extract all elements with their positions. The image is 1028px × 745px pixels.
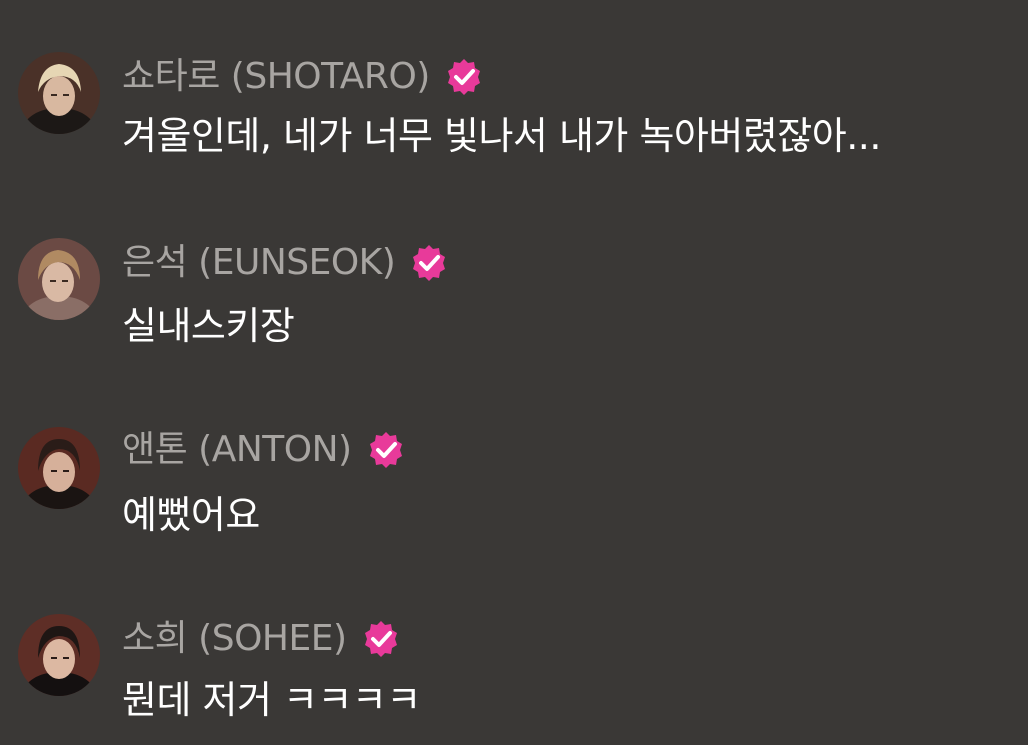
- author-row: 쇼타로 (SHOTARO): [122, 52, 484, 102]
- avatar[interactable]: [18, 427, 100, 509]
- avatar-image: [18, 52, 100, 134]
- message-text: 겨울인데, 네가 너무 빛나서 내가 녹아버렸잖아...: [122, 114, 881, 158]
- message-text: 실내스키장: [122, 304, 295, 348]
- chat-message: 소희 (SOHEE) 뭔데 저거 ㅋㅋㅋㅋ: [0, 604, 1028, 744]
- message-text: 예뻤어요: [122, 493, 260, 537]
- avatar-image: [18, 614, 100, 696]
- author-row: 은석 (EUNSEOK): [122, 238, 449, 288]
- avatar[interactable]: [18, 238, 100, 320]
- chat-message: 앤톤 (ANTON) 예뻤어요: [0, 417, 1028, 557]
- message-text: 뭔데 저거 ㅋㅋㅋㅋ: [122, 678, 421, 722]
- verified-badge-icon: [413, 245, 446, 281]
- chat-message: 은석 (EUNSEOK) 실내스키장: [0, 228, 1028, 368]
- verified-badge-icon: [369, 432, 402, 468]
- verified-badge-icon: [364, 621, 397, 657]
- author-name[interactable]: 쇼타로 (SHOTARO): [122, 52, 430, 102]
- avatar[interactable]: [18, 614, 100, 696]
- author-row: 앤톤 (ANTON): [122, 425, 406, 475]
- author-name[interactable]: 은석 (EUNSEOK): [122, 238, 396, 288]
- avatar[interactable]: [18, 52, 100, 134]
- author-name[interactable]: 앤톤 (ANTON): [122, 425, 352, 475]
- chat-message: 쇼타로 (SHOTARO) 겨울인데, 네가 너무 빛나서 내가 녹아버렸잖아.…: [0, 40, 1028, 180]
- author-name[interactable]: 소희 (SOHEE): [122, 614, 347, 664]
- avatar-image: [18, 427, 100, 509]
- verified-badge-icon: [447, 59, 480, 95]
- author-row: 소희 (SOHEE): [122, 614, 401, 664]
- avatar-image: [18, 238, 100, 320]
